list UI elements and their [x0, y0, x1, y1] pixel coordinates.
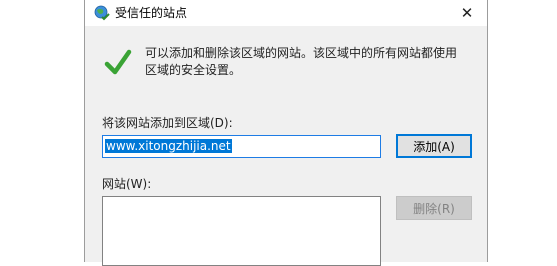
sites-label: 网站(W): — [102, 177, 152, 191]
info-text: 可以添加和删除该区域的网站。该区域中的所有网站都使用区域的安全设置。 — [145, 46, 458, 77]
close-button[interactable]: ✕ — [447, 0, 487, 26]
url-input[interactable]: www.xitongzhijia.net — [102, 135, 381, 158]
add-button[interactable]: 添加(A) — [396, 134, 472, 158]
add-site-label: 将该网站添加到区域(D): — [102, 116, 233, 130]
green-checkmark-icon — [104, 49, 132, 75]
remove-button[interactable]: 删除(R) — [396, 196, 472, 220]
title-bar: 受信任的站点 ✕ — [85, 0, 487, 26]
globe-icon — [94, 5, 110, 21]
sites-list[interactable] — [102, 196, 381, 266]
url-input-value: www.xitongzhijia.net — [105, 139, 232, 153]
dialog-title: 受信任的站点 — [115, 6, 188, 20]
trusted-sites-dialog: 受信任的站点 ✕ 可以添加和删除该区域的网站。该区域中的所有网站都使用区域的安全… — [84, 0, 488, 266]
